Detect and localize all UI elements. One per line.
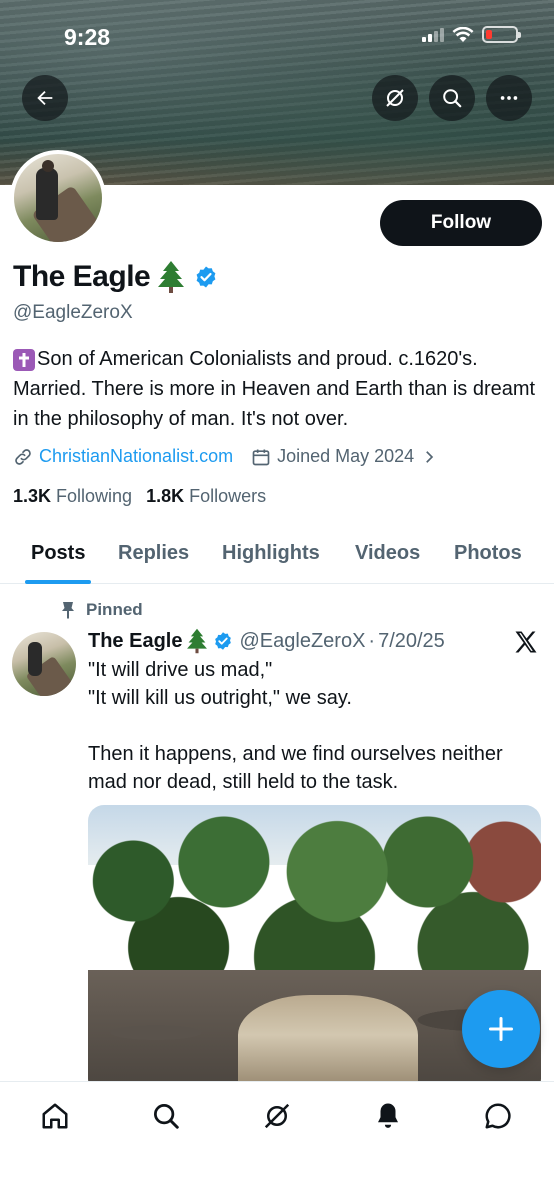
website-link[interactable]: ChristianNationalist.com	[39, 446, 233, 467]
status-icons	[422, 26, 521, 43]
x-logo-icon[interactable]	[512, 628, 540, 656]
tweet-date[interactable]: 7/20/25	[378, 630, 445, 653]
profile-name-row: The Eagle	[13, 260, 218, 294]
display-name: The Eagle	[13, 260, 151, 293]
plus-icon	[488, 1016, 514, 1042]
evergreen-tree-icon	[158, 261, 185, 293]
battery-icon	[482, 26, 521, 43]
latin-cross-icon	[13, 349, 35, 371]
tweet-handle: @EagleZeroX	[239, 629, 366, 652]
followers-link[interactable]: 1.8K Followers	[146, 486, 266, 507]
verified-badge-icon	[215, 632, 232, 650]
search-icon	[443, 89, 462, 108]
grok-icon	[386, 89, 404, 107]
wifi-icon	[452, 26, 474, 42]
verified-badge-icon[interactable]	[194, 265, 218, 289]
pinned-label: Pinned	[86, 600, 143, 619]
followers-count: 1.8K	[146, 486, 185, 506]
tab-photos[interactable]: Photos	[454, 522, 522, 584]
link-icon	[15, 448, 31, 465]
website-item[interactable]: ChristianNationalist.com	[13, 446, 233, 467]
nav-notifications[interactable]	[372, 1100, 404, 1132]
tweet-author[interactable]: The Eagle	[88, 630, 182, 653]
follow-counts: 1.3K Following 1.8K Followers	[13, 486, 266, 507]
bio-text: Son of American Colonialists and proud. …	[13, 348, 536, 430]
calendar-icon	[252, 449, 270, 465]
joined-date: Joined May 2024	[277, 446, 415, 466]
pin-icon	[62, 602, 74, 619]
nav-messages[interactable]	[482, 1100, 514, 1132]
tweet-separator: ·	[368, 629, 376, 652]
back-arrow-icon	[37, 90, 53, 106]
tweet-avatar[interactable]	[12, 632, 76, 696]
search-icon	[154, 1104, 179, 1129]
signal-icon	[422, 27, 444, 42]
search-button[interactable]	[429, 75, 475, 121]
more-button[interactable]	[486, 75, 532, 121]
following-label: Following	[56, 486, 133, 506]
bottom-nav	[0, 1081, 554, 1200]
tab-posts[interactable]: Posts	[24, 522, 92, 584]
profile-bio: Son of American Colonialists and proud. …	[13, 344, 543, 434]
pinned-indicator: Pinned	[60, 600, 143, 620]
notifications-icon	[378, 1103, 398, 1128]
followers-label: Followers	[189, 486, 267, 506]
tab-replies[interactable]: Replies	[118, 522, 189, 584]
evergreen-tree-icon	[187, 628, 208, 654]
messages-icon	[485, 1103, 511, 1129]
following-link[interactable]: 1.3K Following	[13, 486, 132, 507]
status-time: 9:28	[64, 24, 111, 50]
nav-home[interactable]	[39, 1100, 71, 1132]
compose-button[interactable]	[462, 990, 540, 1068]
back-button[interactable]	[22, 75, 68, 121]
home-icon	[42, 1103, 68, 1129]
grok-button[interactable]	[372, 75, 418, 121]
more-icon	[500, 96, 518, 100]
joined-item[interactable]: Joined May 2024	[251, 446, 438, 467]
tab-highlights[interactable]: Highlights	[222, 522, 320, 584]
nav-grok[interactable]	[261, 1100, 293, 1132]
follow-button[interactable]: Follow	[380, 200, 542, 246]
profile-meta: ChristianNationalist.com Joined May 2024	[13, 446, 438, 467]
profile-tabs: Posts Replies Highlights Videos Photos	[0, 522, 554, 584]
tweet-text: "It will drive us mad," "It will kill us…	[88, 659, 503, 793]
chevron-right-icon	[426, 450, 434, 463]
nav-search[interactable]	[150, 1100, 182, 1132]
tab-videos[interactable]: Videos	[355, 522, 420, 584]
profile-handle: @EagleZeroX	[13, 302, 133, 323]
profile-avatar[interactable]	[10, 150, 106, 246]
following-count: 1.3K	[13, 486, 52, 506]
grok-icon	[264, 1103, 290, 1129]
tweet-header: The Eagle @EagleZeroX · 7/20/25	[88, 628, 445, 654]
